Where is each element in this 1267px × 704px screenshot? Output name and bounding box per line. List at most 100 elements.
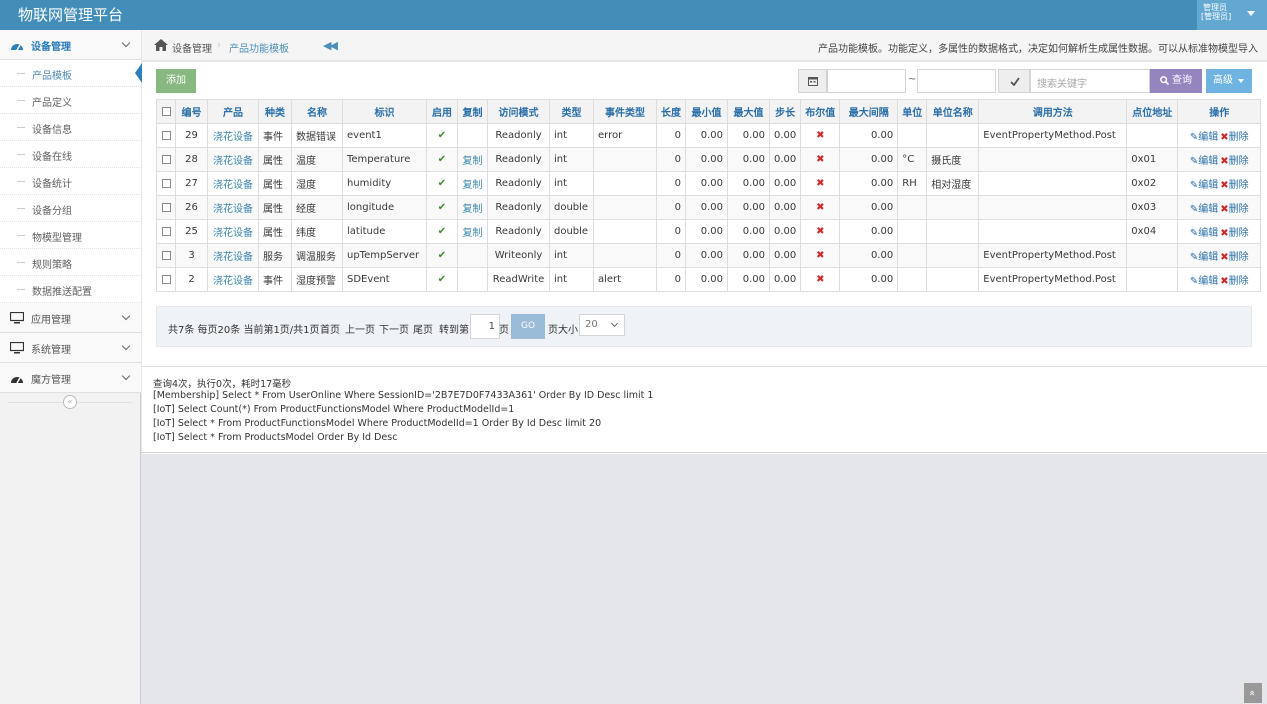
cell-product-link[interactable]: 浇花设备 <box>207 267 259 292</box>
sidebar-item-device-stats[interactable]: 设备统计 <box>0 168 141 195</box>
select-all-header[interactable] <box>156 99 176 124</box>
edit-icon[interactable]: ✎ <box>1190 204 1198 215</box>
delete-link[interactable]: 删除 <box>1229 204 1249 215</box>
column-header[interactable]: 类型 <box>549 99 594 124</box>
delete-icon[interactable]: ✖ <box>1220 156 1228 167</box>
start-date-input[interactable] <box>827 69 906 93</box>
cell-copy-link[interactable] <box>457 243 488 268</box>
sidebar-item-thing-model[interactable]: 物模型管理 <box>0 222 141 249</box>
row-checkbox[interactable] <box>161 250 171 260</box>
select-all-checkbox[interactable] <box>161 106 171 116</box>
delete-icon[interactable]: ✖ <box>1220 132 1228 143</box>
cell-copy-link[interactable]: 复制 <box>457 195 488 220</box>
column-header[interactable]: 启用 <box>426 99 458 124</box>
column-header[interactable]: 单位 <box>897 99 928 124</box>
column-header[interactable]: 调用方法 <box>978 99 1128 124</box>
delete-icon[interactable]: ✖ <box>1220 252 1228 263</box>
row-checkbox[interactable] <box>161 178 171 188</box>
row-checkbox[interactable] <box>161 130 171 140</box>
column-header[interactable]: 产品 <box>207 99 259 124</box>
search-input[interactable]: 搜索关键字 <box>1030 69 1150 93</box>
delete-icon[interactable]: ✖ <box>1220 228 1228 239</box>
cell-product-link[interactable]: 浇花设备 <box>207 243 259 268</box>
page-size-select[interactable]: 20 <box>579 314 625 336</box>
cell-product-link[interactable]: 浇花设备 <box>207 147 259 172</box>
column-header[interactable]: 步长 <box>768 99 802 124</box>
delete-link[interactable]: 删除 <box>1229 252 1249 263</box>
edit-icon[interactable]: ✎ <box>1190 228 1198 239</box>
sidebar-group-device[interactable]: 设备管理 <box>0 30 141 60</box>
cell-copy-link[interactable]: 复制 <box>457 171 488 196</box>
sidebar-item-device-online[interactable]: 设备在线 <box>0 141 141 168</box>
last-page-link[interactable]: 尾页 <box>413 321 433 336</box>
go-button[interactable]: GO <box>511 314 545 339</box>
delete-icon[interactable]: ✖ <box>1220 204 1228 215</box>
column-header[interactable]: 名称 <box>291 99 343 124</box>
column-header[interactable]: 复制 <box>457 99 488 124</box>
delete-icon[interactable]: ✖ <box>1220 276 1228 287</box>
cell-copy-link[interactable] <box>457 267 488 292</box>
sidebar-item-rules[interactable]: 规则策略 <box>0 249 141 276</box>
row-checkbox[interactable] <box>161 274 171 284</box>
advanced-button[interactable]: 高级 <box>1206 69 1252 93</box>
column-header[interactable]: 单位名称 <box>926 99 980 124</box>
column-header[interactable]: 最大值 <box>727 99 770 124</box>
edit-link[interactable]: 编辑 <box>1198 276 1218 287</box>
scroll-to-top-button[interactable]: » <box>1244 683 1262 703</box>
end-date-input[interactable] <box>917 69 996 93</box>
cell-product-link[interactable]: 浇花设备 <box>207 219 259 244</box>
query-button[interactable]: 查询 <box>1150 69 1202 93</box>
column-header[interactable]: 长度 <box>656 99 686 124</box>
prev-page-link[interactable]: 上一页 <box>345 321 375 336</box>
back-icon[interactable]: ◀◀ <box>323 39 338 52</box>
calendar-button[interactable] <box>798 69 827 93</box>
edit-link[interactable]: 编辑 <box>1198 180 1218 191</box>
column-header[interactable]: 访问模式 <box>487 99 550 124</box>
column-header[interactable]: 布尔值 <box>800 99 841 124</box>
column-header[interactable]: 最大间隔 <box>839 99 899 124</box>
sidebar-item-push-config[interactable]: 数据推送配置 <box>0 276 141 303</box>
sidebar-group-app[interactable]: 应用管理 <box>0 303 141 333</box>
column-header[interactable]: 最小值 <box>685 99 728 124</box>
edit-link[interactable]: 编辑 <box>1198 252 1218 263</box>
cell-copy-link[interactable] <box>457 123 488 148</box>
cell-copy-link[interactable]: 复制 <box>457 147 488 172</box>
cell-copy-link[interactable]: 复制 <box>457 219 488 244</box>
delete-link[interactable]: 删除 <box>1229 276 1249 287</box>
edit-link[interactable]: 编辑 <box>1198 204 1218 215</box>
next-page-link[interactable]: 下一页 <box>379 321 409 336</box>
sidebar-group-magic[interactable]: 魔方管理 <box>0 363 141 393</box>
edit-icon[interactable]: ✎ <box>1190 252 1198 263</box>
row-checkbox[interactable] <box>161 226 171 236</box>
collapse-sidebar-button[interactable]: « <box>63 395 77 409</box>
edit-icon[interactable]: ✎ <box>1190 276 1198 287</box>
edit-link[interactable]: 编辑 <box>1198 156 1218 167</box>
check-button[interactable] <box>998 69 1030 93</box>
delete-link[interactable]: 删除 <box>1229 156 1249 167</box>
breadcrumb-root[interactable]: 设备管理 <box>172 40 212 55</box>
breadcrumb-current[interactable]: 产品功能模板 <box>229 40 289 55</box>
column-header[interactable]: 种类 <box>258 99 292 124</box>
user-menu[interactable]: 管理员 [管理员] <box>1197 0 1267 30</box>
app-title[interactable]: 物联网管理平台 <box>18 4 123 25</box>
column-header[interactable]: 标识 <box>342 99 427 124</box>
sidebar-item-device-info[interactable]: 设备信息 <box>0 114 141 141</box>
sidebar-item-device-group[interactable]: 设备分组 <box>0 195 141 222</box>
edit-link[interactable]: 编辑 <box>1198 132 1218 143</box>
edit-icon[interactable]: ✎ <box>1190 180 1198 191</box>
edit-link[interactable]: 编辑 <box>1198 228 1218 239</box>
sidebar-group-system[interactable]: 系统管理 <box>0 333 141 363</box>
cell-product-link[interactable]: 浇花设备 <box>207 123 259 148</box>
delete-link[interactable]: 删除 <box>1229 180 1249 191</box>
edit-icon[interactable]: ✎ <box>1190 156 1198 167</box>
column-header[interactable]: 事件类型 <box>593 99 657 124</box>
cell-product-link[interactable]: 浇花设备 <box>207 171 259 196</box>
first-page-link[interactable]: 首页 <box>320 321 340 336</box>
cell-product-link[interactable]: 浇花设备 <box>207 195 259 220</box>
sidebar-item-product-template[interactable]: 产品模板 <box>0 60 142 87</box>
edit-icon[interactable]: ✎ <box>1190 132 1198 143</box>
delete-link[interactable]: 删除 <box>1229 228 1249 239</box>
column-header[interactable]: 点位地址 <box>1126 99 1179 124</box>
page-number-input[interactable]: 1 <box>470 314 500 339</box>
column-header[interactable]: 编号 <box>175 99 208 124</box>
